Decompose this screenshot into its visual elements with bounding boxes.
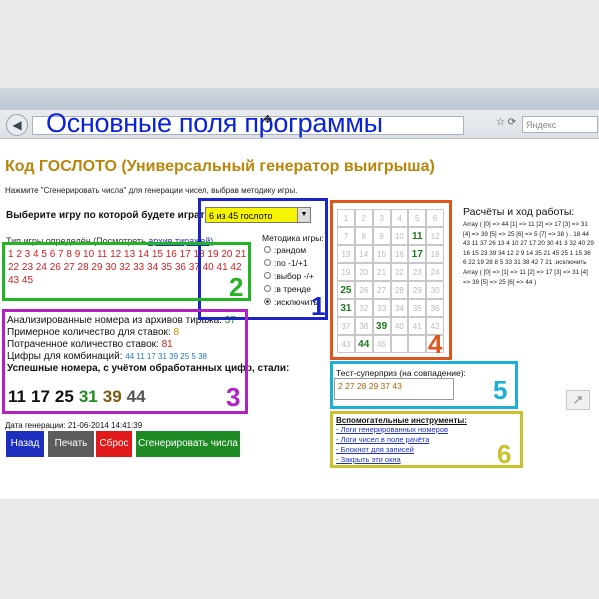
- screenshot-frame: ◀ ☆ ⟳ Яндекс Основные поля программы ✥ К…: [0, 0, 599, 599]
- highlight-box-2: [2, 242, 251, 301]
- highlight-label-1: 1: [311, 291, 326, 321]
- expand-icon[interactable]: ↗: [566, 390, 590, 410]
- game-select-label: Выберите игру по которой будете играть: [6, 210, 211, 221]
- print-button[interactable]: Печать: [48, 431, 94, 457]
- highlight-label-6: 6: [497, 439, 512, 469]
- search-input[interactable]: Яндекс: [522, 116, 598, 133]
- generation-date: Дата генерации: 21-06-2014 14:41:39: [5, 421, 143, 430]
- search-placeholder: Яндекс: [526, 120, 557, 130]
- highlight-label-2: 2: [229, 272, 244, 302]
- calc-title: Расчёты и ход работы:: [463, 206, 575, 218]
- back-arrow-icon[interactable]: ◀: [6, 114, 28, 136]
- highlight-label-5: 5: [493, 375, 508, 405]
- highlight-label-4: 4: [428, 329, 443, 359]
- reset-button[interactable]: Сброс: [96, 431, 132, 457]
- reload-icon[interactable]: ☆ ⟳: [496, 117, 516, 128]
- highlight-box-5: [330, 361, 518, 409]
- back-button[interactable]: Назад: [6, 431, 44, 457]
- highlight-label-3: 3: [226, 382, 241, 412]
- banner-title: Основные поля программы: [46, 108, 383, 138]
- highlight-box-6: [330, 411, 523, 468]
- generate-button[interactable]: Сгенерировать числа: [136, 431, 240, 457]
- hint-text: Нажмите "Сгенерировать числа" для генера…: [5, 186, 298, 195]
- page-title: Код ГОСЛОТО (Универсальный генератор выи…: [5, 158, 435, 175]
- tab-strip: [0, 88, 599, 110]
- calc-log: Array ( [0] => 44 [1] => 11 [2] => 17 [3…: [463, 221, 594, 286]
- highlight-box-3: [2, 309, 248, 414]
- cursor-icon: ✥: [263, 114, 273, 126]
